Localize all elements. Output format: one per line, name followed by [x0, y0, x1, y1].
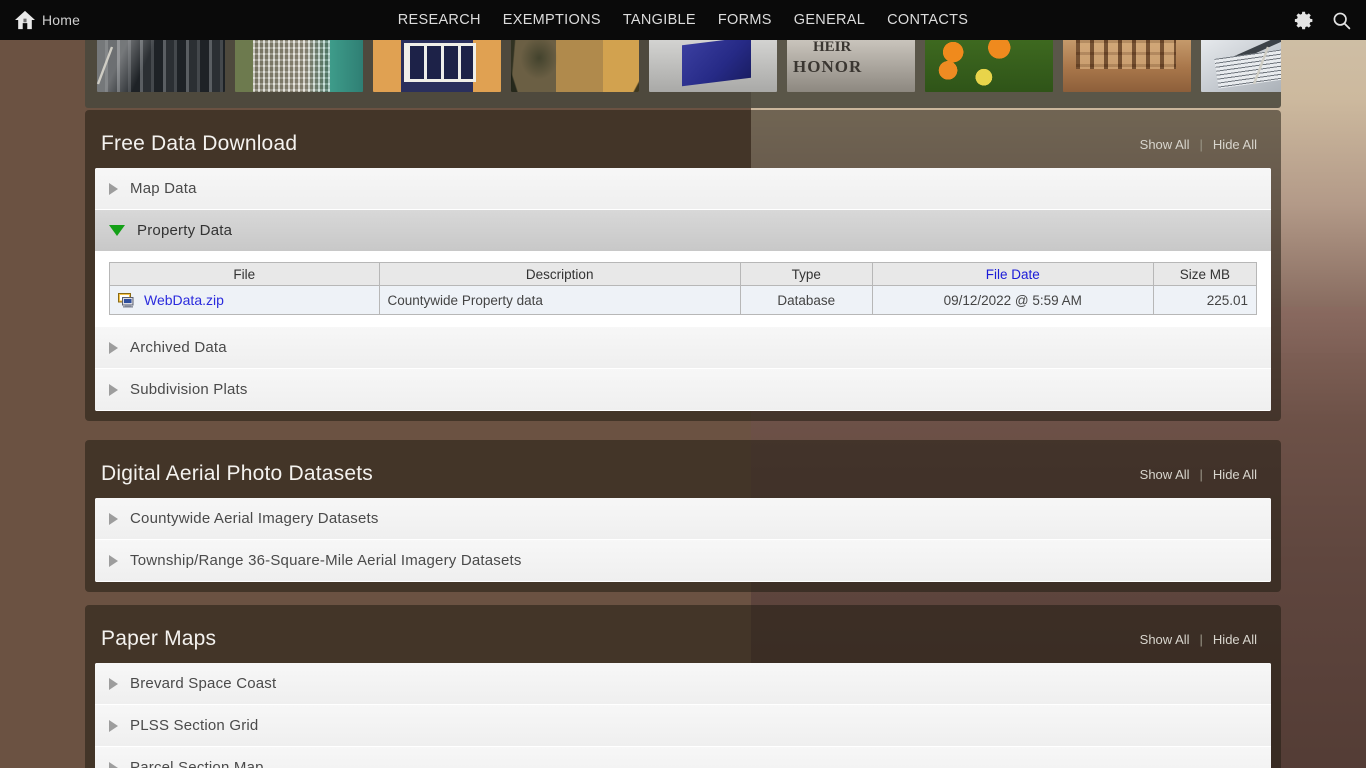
accordion-row-township-range-aerial-imagery[interactable]: Township/Range 36-Square-Mile Aerial Ima…: [95, 540, 1271, 582]
carousel-slide[interactable]: [373, 35, 501, 92]
accordion-row-plss-section-grid[interactable]: PLSS Section Grid: [95, 705, 1271, 747]
accordion-row-parcel-section-map[interactable]: Parcel Section Map: [95, 747, 1271, 768]
nav-item-contacts[interactable]: CONTACTS: [887, 12, 968, 28]
cell-size-mb: 225.01: [1152, 285, 1258, 315]
actions-separator: |: [1199, 136, 1203, 152]
accordion-label: Archived Data: [130, 339, 227, 356]
accordion-aerial: Countywide Aerial Imagery Datasets Towns…: [95, 498, 1271, 582]
actions-separator: |: [1199, 631, 1203, 647]
nav-item-exemptions[interactable]: EXEMPTIONS: [503, 12, 601, 28]
accordion-label: Subdivision Plats: [130, 381, 248, 398]
nav-item-general[interactable]: GENERAL: [794, 12, 865, 28]
carousel-slide[interactable]: [649, 35, 777, 92]
gear-icon[interactable]: [1294, 10, 1315, 31]
accordion-row-property-data[interactable]: Property Data: [95, 210, 1271, 252]
cell-description: Countywide Property data: [378, 285, 741, 315]
chevron-right-icon: [109, 182, 118, 195]
page-title: Free Data Download: [101, 132, 298, 155]
chevron-right-icon: [109, 677, 118, 690]
carousel-slide[interactable]: [925, 35, 1053, 92]
chevron-right-icon[interactable]: [1249, 42, 1273, 94]
panel-free-data-download: Free Data Download Show All | Hide All M…: [85, 110, 1281, 421]
accordion-row-brevard-space-coast[interactable]: Brevard Space Coast: [95, 663, 1271, 705]
accordion-label: Property Data: [137, 222, 233, 239]
accordion-label: Township/Range 36-Square-Mile Aerial Ima…: [130, 552, 522, 569]
chevron-right-icon: [109, 512, 118, 525]
accordion-label: Brevard Space Coast: [130, 675, 277, 692]
chevron-right-icon: [109, 554, 118, 567]
file-download-link[interactable]: WebData.zip: [144, 292, 224, 308]
search-icon[interactable]: [1331, 10, 1352, 31]
column-header-type[interactable]: Type: [739, 262, 873, 286]
accordion-row-map-data[interactable]: Map Data: [95, 168, 1271, 210]
property-data-table: File Description Type File Date Size MB: [109, 262, 1258, 315]
chevron-right-icon: [109, 761, 118, 768]
show-all-button[interactable]: Show All: [1140, 137, 1190, 152]
show-all-button[interactable]: Show All: [1140, 632, 1190, 647]
show-all-button[interactable]: Show All: [1140, 467, 1190, 482]
home-label: Home: [42, 12, 81, 28]
chevron-right-icon: [109, 719, 118, 732]
column-header-file-date[interactable]: File Date: [871, 262, 1154, 286]
top-navigation-bar: Home RESEARCH EXEMPTIONS TANGIBLE FORMS …: [0, 0, 1366, 40]
accordion-label: PLSS Section Grid: [130, 717, 259, 734]
panel-header: Paper Maps Show All | Hide All: [95, 615, 1271, 663]
accordion-paper-maps: Brevard Space Coast PLSS Section Grid Pa…: [95, 663, 1271, 768]
column-header-file[interactable]: File: [109, 262, 380, 286]
computer-icon: [118, 292, 134, 307]
carousel-track: [85, 35, 1281, 92]
nav-item-tangible[interactable]: TANGIBLE: [623, 12, 696, 28]
house-icon: [15, 10, 35, 30]
accordion-free-data: Map Data Property Data File Description …: [95, 168, 1271, 411]
column-header-size-mb[interactable]: Size MB: [1152, 262, 1258, 286]
cell-file: WebData.zip: [109, 285, 380, 315]
panel-actions: Show All | Hide All: [1140, 467, 1257, 482]
cell-file-date: 09/12/2022 @ 5:59 AM: [871, 285, 1154, 315]
actions-separator: |: [1199, 466, 1203, 482]
image-carousel: [85, 28, 1281, 108]
chevron-right-icon: [109, 341, 118, 354]
table-header-row: File Description Type File Date Size MB: [109, 262, 1258, 286]
page-title: Digital Aerial Photo Datasets: [101, 462, 373, 485]
page-title: Paper Maps: [101, 627, 217, 650]
accordion-row-subdivision-plats[interactable]: Subdivision Plats: [95, 369, 1271, 411]
accordion-row-countywide-aerial-imagery[interactable]: Countywide Aerial Imagery Datasets: [95, 498, 1271, 540]
accordion-label: Countywide Aerial Imagery Datasets: [130, 510, 379, 527]
panel-actions: Show All | Hide All: [1140, 632, 1257, 647]
table-row: WebData.zip Countywide Property data Dat…: [109, 285, 1258, 315]
column-header-description[interactable]: Description: [378, 262, 741, 286]
accordion-body-property-data: File Description Type File Date Size MB: [95, 252, 1271, 327]
topbar-tools: [1294, 10, 1352, 31]
panel-paper-maps: Paper Maps Show All | Hide All Brevard S…: [85, 605, 1281, 768]
nav-item-research[interactable]: RESEARCH: [398, 12, 481, 28]
chevron-left-icon[interactable]: [93, 42, 117, 94]
carousel-slide[interactable]: [511, 35, 639, 92]
home-link[interactable]: Home: [14, 10, 80, 30]
accordion-label: Parcel Section Map: [130, 759, 264, 768]
carousel-slide[interactable]: [1063, 35, 1191, 92]
panel-header: Digital Aerial Photo Datasets Show All |…: [95, 450, 1271, 498]
cell-type: Database: [739, 285, 873, 315]
panel-actions: Show All | Hide All: [1140, 137, 1257, 152]
chevron-down-icon: [109, 225, 125, 236]
hide-all-button[interactable]: Hide All: [1213, 467, 1257, 482]
carousel-slide[interactable]: [235, 35, 363, 92]
nav-item-forms[interactable]: FORMS: [718, 12, 772, 28]
hide-all-button[interactable]: Hide All: [1213, 632, 1257, 647]
accordion-row-archived-data[interactable]: Archived Data: [95, 327, 1271, 369]
main-nav: RESEARCH EXEMPTIONS TANGIBLE FORMS GENER…: [398, 12, 968, 28]
hide-all-button[interactable]: Hide All: [1213, 137, 1257, 152]
panel-header: Free Data Download Show All | Hide All: [95, 120, 1271, 168]
chevron-right-icon: [109, 383, 118, 396]
panel-digital-aerial-photo-datasets: Digital Aerial Photo Datasets Show All |…: [85, 440, 1281, 592]
carousel-slide[interactable]: [787, 35, 915, 92]
accordion-label: Map Data: [130, 180, 197, 197]
